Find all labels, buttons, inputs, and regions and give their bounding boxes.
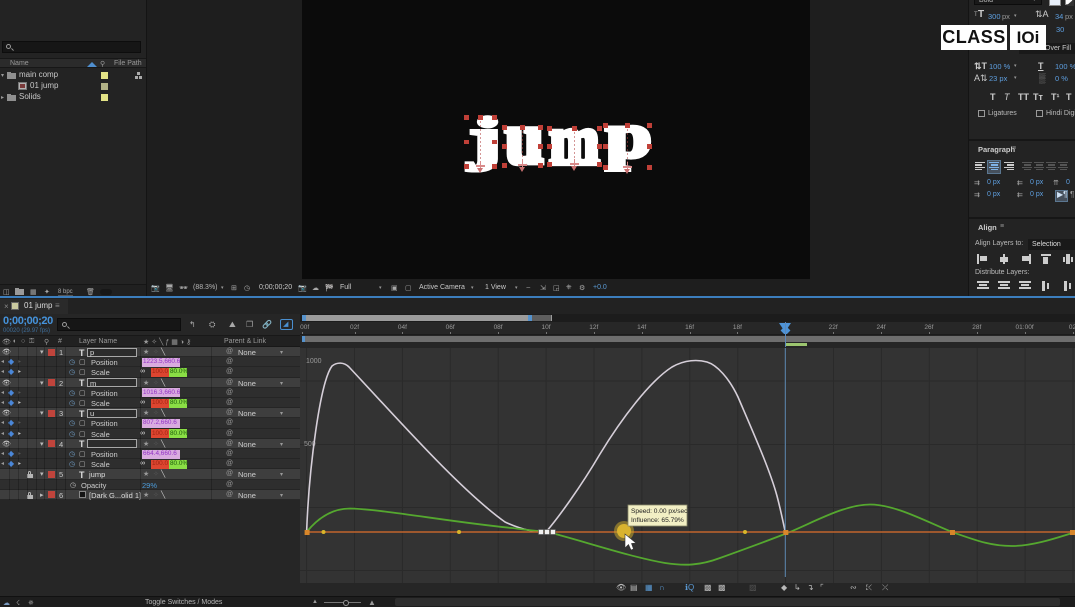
svg-text:1000: 1000 xyxy=(306,358,322,365)
svg-text:Influence: 65.79%: Influence: 65.79% xyxy=(631,517,684,524)
svg-text:Speed: 0.00 px/sec: Speed: 0.00 px/sec xyxy=(631,508,688,515)
